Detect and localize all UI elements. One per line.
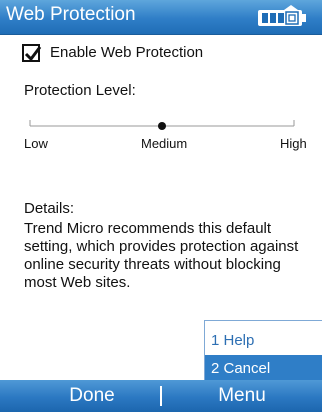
protection-level-label: Protection Level: bbox=[24, 82, 136, 99]
enable-web-protection-checkbox[interactable] bbox=[22, 44, 42, 62]
menu-item-cancel[interactable]: 2 Cancel bbox=[205, 355, 322, 383]
level-medium-label: Medium bbox=[141, 136, 188, 151]
softkey-divider bbox=[160, 386, 162, 406]
battery-icon bbox=[254, 4, 310, 30]
softkey-menu-popup: 1 Help 2 Cancel bbox=[204, 320, 322, 383]
menu-softkey[interactable]: Menu bbox=[172, 385, 312, 407]
done-softkey[interactable]: Done bbox=[22, 385, 162, 407]
slider-thumb[interactable] bbox=[158, 122, 166, 130]
enable-web-protection-label[interactable]: Enable Web Protection bbox=[50, 44, 203, 61]
level-high-label: High bbox=[280, 136, 307, 151]
checkmark-icon bbox=[24, 46, 42, 62]
menu-item-help[interactable]: 1 Help bbox=[205, 327, 322, 355]
level-low-label: Low bbox=[24, 136, 48, 151]
details-heading: Details: bbox=[24, 200, 75, 217]
details-text: Trend Micro recommends this default sett… bbox=[24, 220, 299, 291]
app-title: Web Protection bbox=[6, 4, 136, 25]
softkey-bar: Done Menu bbox=[0, 380, 322, 412]
title-bar: Web Protection bbox=[0, 0, 322, 35]
